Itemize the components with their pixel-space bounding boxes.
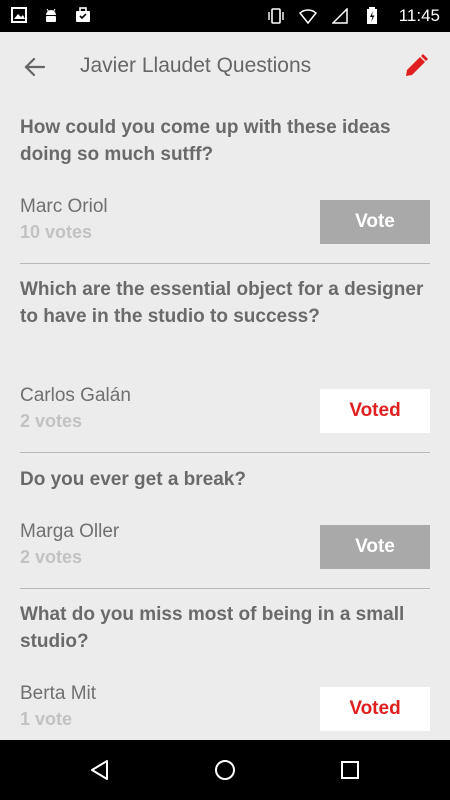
status-bar: 11:45 bbox=[0, 0, 450, 32]
clock-text: 11:45 bbox=[398, 6, 440, 25]
edit-pencil-icon[interactable] bbox=[402, 52, 430, 80]
recents-square-icon[interactable] bbox=[336, 756, 364, 784]
page-title: Javier Llaudet Questions bbox=[80, 54, 312, 77]
vote-count: 2 votes bbox=[20, 411, 83, 431]
author-name: Berta Mit bbox=[20, 683, 97, 704]
question-text: Do you ever get a break? bbox=[20, 469, 246, 490]
vote-count: 10 votes bbox=[20, 222, 93, 242]
voted-button[interactable]: Voted bbox=[320, 389, 430, 433]
divider bbox=[20, 263, 430, 264]
question-item: Which are the essential object for a des… bbox=[20, 276, 430, 330]
briefcase-icon bbox=[74, 6, 92, 24]
question-item: What do you miss most of being in a smal… bbox=[20, 601, 430, 655]
questions-list[interactable]: How could you come up with these ideas d… bbox=[0, 102, 450, 740]
question-meta-row: Berta Mit 1 vote Voted bbox=[20, 683, 430, 733]
question-item: How could you come up with these ideas d… bbox=[20, 114, 430, 168]
question-text: Which are the essential object for a des… bbox=[20, 279, 424, 327]
author-name: Carlos Galán bbox=[20, 385, 131, 406]
divider bbox=[20, 452, 430, 453]
author-name: Marc Oriol bbox=[20, 196, 108, 217]
divider bbox=[20, 588, 430, 589]
app-toolbar: Javier Llaudet Questions bbox=[0, 32, 450, 102]
signal-icon bbox=[331, 7, 349, 25]
wifi-icon bbox=[298, 7, 317, 25]
image-icon bbox=[10, 6, 28, 24]
question-text: What do you miss most of being in a smal… bbox=[20, 604, 405, 652]
back-arrow-icon[interactable] bbox=[22, 54, 48, 80]
home-circle-icon[interactable] bbox=[211, 756, 239, 784]
question-meta-row: Carlos Galán 2 votes Voted bbox=[20, 385, 430, 435]
question-text: How could you come up with these ideas d… bbox=[20, 117, 391, 165]
vote-button[interactable]: Vote bbox=[320, 200, 430, 244]
system-nav-bar bbox=[0, 740, 450, 800]
question-item: Do you ever get a break? bbox=[20, 466, 430, 493]
vote-count: 2 votes bbox=[20, 547, 83, 567]
battery-icon bbox=[363, 7, 381, 25]
question-meta-row: Marc Oriol 10 votes Vote bbox=[20, 196, 430, 246]
voted-button[interactable]: Voted bbox=[320, 687, 430, 731]
vibrate-icon bbox=[267, 7, 285, 25]
question-meta-row: Marga Oller 2 votes Vote bbox=[20, 521, 430, 571]
android-icon bbox=[42, 6, 60, 24]
author-name: Marga Oller bbox=[20, 521, 120, 542]
back-triangle-icon[interactable] bbox=[86, 756, 114, 784]
vote-count: 1 vote bbox=[20, 709, 73, 729]
vote-button[interactable]: Vote bbox=[320, 525, 430, 569]
